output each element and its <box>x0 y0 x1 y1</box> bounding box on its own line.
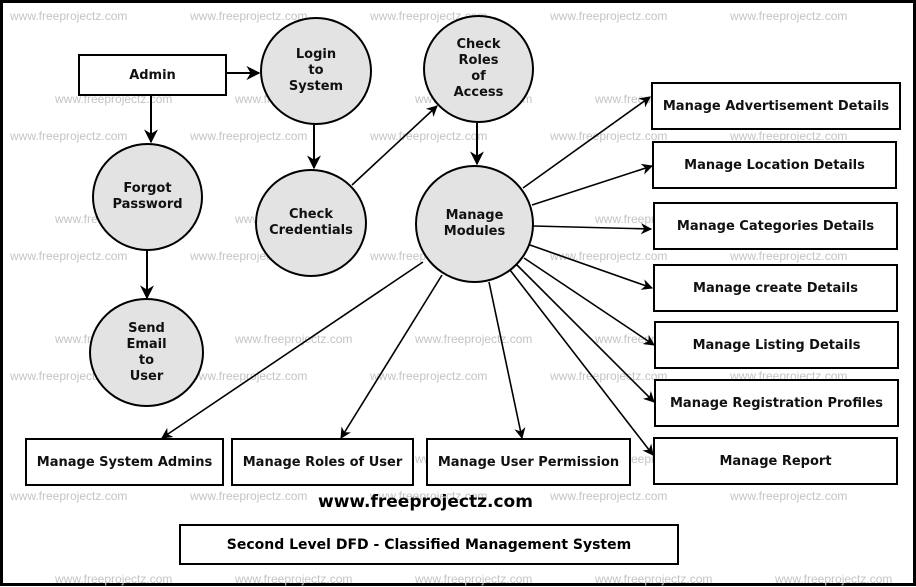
entity-manage-listing-details[interactable]: Manage Listing Details <box>654 321 899 369</box>
entity-manage-roles-of-user[interactable]: Manage Roles of User <box>231 438 414 486</box>
process-forgot-password[interactable]: Forgot Password <box>92 143 203 251</box>
flow-modules-to-roles-of-user <box>340 274 443 439</box>
entity-admin[interactable]: Admin <box>78 54 227 96</box>
entity-manage-location-details[interactable]: Manage Location Details <box>652 141 897 189</box>
flow-modules-to-categories <box>532 223 653 235</box>
process-check-credentials[interactable]: Check Credentials <box>255 169 367 277</box>
entity-manage-advertisement-details[interactable]: Manage Advertisement Details <box>651 82 901 130</box>
process-send-email-to-user[interactable]: Send Email to User <box>89 298 204 407</box>
flow-modules-to-report <box>509 269 654 456</box>
entity-manage-categories-details[interactable]: Manage Categories Details <box>653 202 898 250</box>
entity-manage-registration-profiles[interactable]: Manage Registration Profiles <box>654 379 899 427</box>
entity-manage-user-permission[interactable]: Manage User Permission <box>426 438 631 486</box>
website-label: www.freeprojectz.com <box>318 492 533 512</box>
process-login-to-system[interactable]: Login to System <box>260 17 372 125</box>
entity-manage-create-details[interactable]: Manage create Details <box>653 264 898 312</box>
flow-modules-to-location <box>531 163 654 206</box>
flow-modules-to-advertisement <box>522 96 651 189</box>
entity-manage-report[interactable]: Manage Report <box>653 437 898 485</box>
entity-manage-system-admins[interactable]: Manage System Admins <box>25 438 224 486</box>
process-check-roles-of-access[interactable]: Check Roles of Access <box>423 15 534 123</box>
flow-modules-to-create <box>529 244 654 290</box>
flow-check-credentials-to-check-roles <box>351 105 438 186</box>
flow-modules-to-listing <box>523 257 655 346</box>
flow-modules-to-registration <box>515 263 655 403</box>
process-manage-modules[interactable]: Manage Modules <box>415 165 534 283</box>
flow-modules-to-user-permission <box>488 281 526 440</box>
diagram-title: Second Level DFD - Classified Management… <box>179 524 679 565</box>
